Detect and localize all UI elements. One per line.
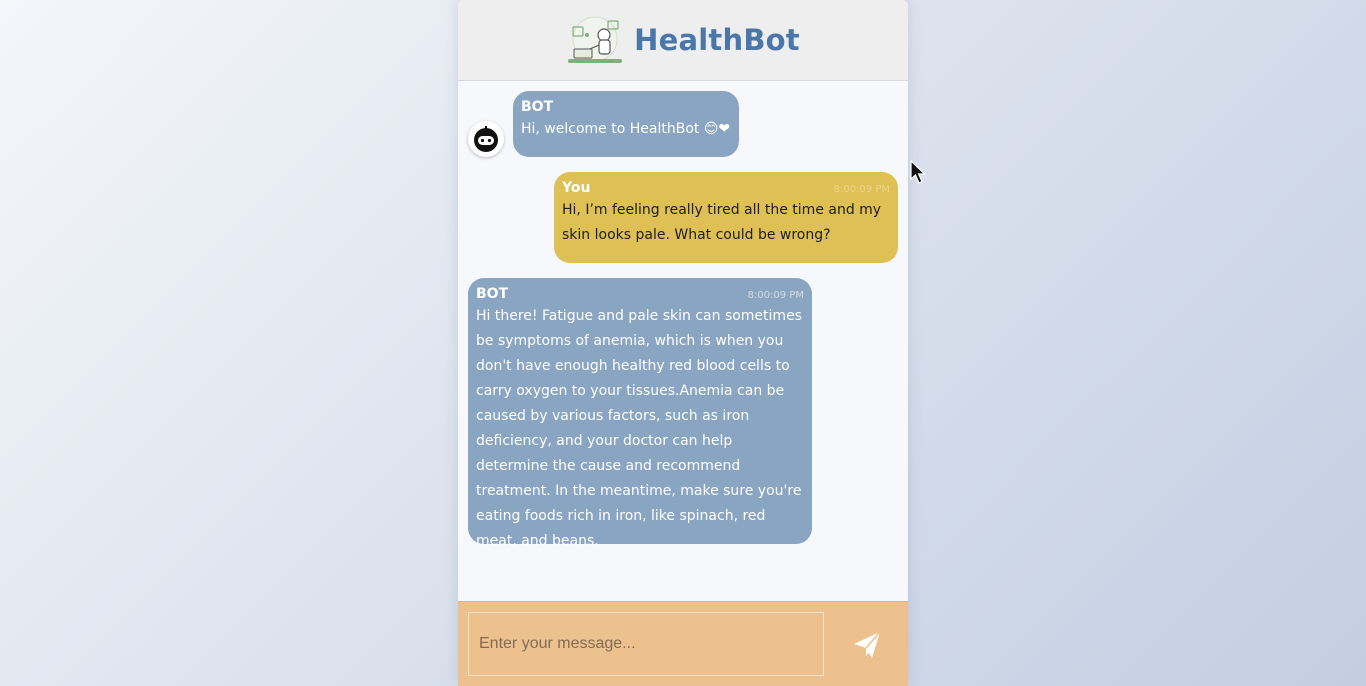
composer-bar xyxy=(458,601,908,686)
user-message: You 8:00:09 PM Hi, I’m feeling really ti… xyxy=(554,172,898,263)
message-sender: BOT xyxy=(476,286,509,302)
send-button[interactable] xyxy=(852,630,882,660)
mouse-pointer-icon xyxy=(910,160,926,184)
message-input[interactable] xyxy=(468,612,824,676)
message-text: Hi there! Fatigue and pale skin can some… xyxy=(476,308,802,549)
doctor-robot-logo-icon xyxy=(568,16,623,63)
message-sender: BOT xyxy=(521,99,554,115)
message-time: 8:00:09 PM xyxy=(747,290,804,301)
bot-message: BOT Hi, welcome to HealthBot 😊❤ xyxy=(513,91,739,157)
message-text: Hi, I’m feeling really tired all the tim… xyxy=(562,202,882,243)
message-list: BOT Hi, welcome to HealthBot 😊❤ You 8:00… xyxy=(458,81,908,601)
bot-avatar-icon xyxy=(468,121,504,157)
message-time: 8:00:09 PM xyxy=(833,184,890,195)
app-title: HealthBot xyxy=(634,23,800,57)
paper-plane-send-icon xyxy=(854,631,881,658)
chat-window: HealthBot BOT Hi, welcome to HealthBot 😊… xyxy=(458,0,908,686)
message-sender: You xyxy=(562,180,591,196)
message-text: Hi, welcome to HealthBot 😊❤ xyxy=(521,121,731,137)
bot-message: BOT 8:00:09 PM Hi there! Fatigue and pal… xyxy=(468,278,812,549)
chat-header: HealthBot xyxy=(458,0,908,81)
